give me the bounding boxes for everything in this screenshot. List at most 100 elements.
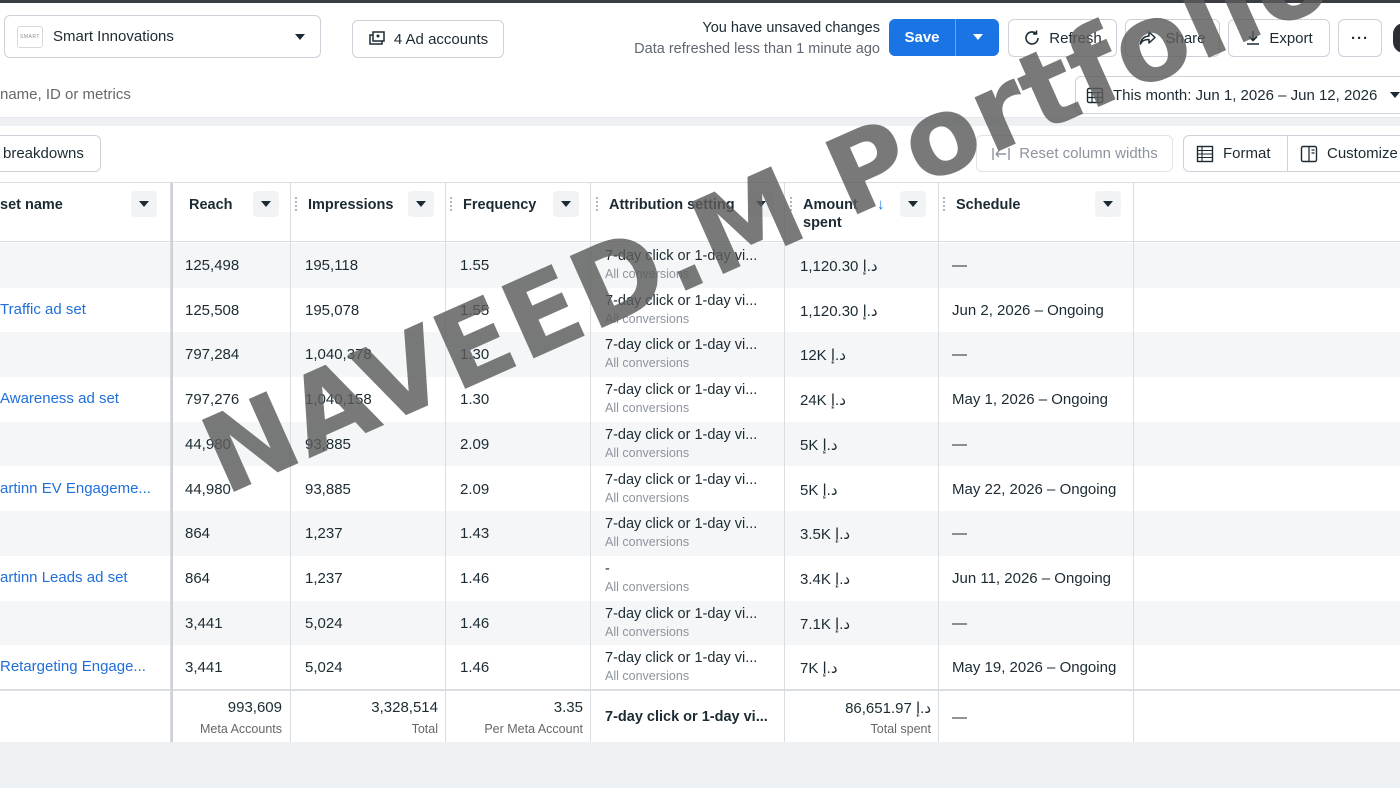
table-row[interactable]: Retargeting Engage... 3,441 5,024 1.46 7-day… [0,645,1400,690]
column-menu-button[interactable] [131,191,157,217]
export-button[interactable]: Export [1228,19,1330,57]
sort-descending-icon[interactable]: ↓ [877,196,885,213]
breakdowns-label: breakdowns [3,145,84,162]
chevron-down-icon [908,201,918,207]
share-button[interactable]: Share [1125,19,1220,57]
column-menu-button[interactable] [408,191,434,217]
ad-set-name-link[interactable]: Awareness ad set [0,390,119,407]
cell-schedule: — [952,435,967,453]
cell-impressions: 1,237 [305,525,343,543]
column-header-amount-spent[interactable]: Amount spent [803,196,858,232]
export-label: Export [1269,29,1313,47]
unsaved-status: You have unsaved changes Data refreshed … [634,18,880,60]
ad-accounts-button[interactable]: 4 Ad accounts [352,20,504,58]
total-frequency: 3.35 [553,699,583,716]
refresh-button[interactable]: Refresh [1008,19,1117,57]
table-row[interactable]: artinn EV Engageme... 44,980 93,885 2.09 7-d… [0,467,1400,512]
chevron-down-icon [561,201,571,207]
table-row[interactable]: 864 1,237 1.43 7-day click or 1-day vi... Al… [0,511,1400,556]
cell-schedule: — [952,346,967,364]
total-schedule: — [952,709,967,726]
table-row[interactable]: Traffic ad set 125,508 195,078 1.55 7-day cl… [0,288,1400,333]
format-button[interactable]: Format [1184,136,1288,171]
ad-set-name-link[interactable]: Retargeting Engage... [0,658,146,675]
ad-set-name-link[interactable]: Traffic ad set [0,301,86,318]
table-row[interactable]: 797,284 1,040,378 1.30 7-day click or 1-day… [0,332,1400,378]
table-row[interactable]: 125,498 195,118 1.55 7-day click or 1-day v… [0,243,1400,288]
cell-amount-spent: 3.5K د.إ [800,526,851,544]
date-range-label: This month: Jun 1, 2026 – Jun 12, 2026 [1113,86,1378,104]
search-input[interactable]: name, ID or metrics [0,86,131,103]
cell-schedule: May 22, 2026 – Ongoing [952,480,1117,498]
cell-impressions: 195,118 [305,257,359,274]
table-row[interactable]: Awareness ad set 797,276 1,040,158 1.30 7-da… [0,377,1400,422]
more-options-button[interactable]: ··· [1338,19,1382,57]
cell-reach: 797,284 [185,346,240,364]
refresh-label: Refresh [1049,29,1102,47]
reset-column-widths-button[interactable]: Reset column widths [976,135,1173,172]
column-header-frequency[interactable]: Frequency [463,196,536,214]
cell-reach: 864 [185,525,211,543]
cell-frequency: 1.55 [460,301,490,319]
column-header-reach[interactable]: Reach [189,196,233,214]
column-header-name[interactable]: set name [0,196,63,214]
table-row[interactable]: 3,441 5,024 1.46 7-day click or 1-day vi...… [0,600,1400,646]
column-menu-button[interactable] [553,191,579,217]
cell-schedule: — [952,525,967,543]
table-row[interactable]: 44,980 93,885 2.09 7-day click or 1-day vi.… [0,421,1400,467]
cell-reach: 3,441 [185,614,223,632]
cell-attribution-window: 7-day click or 1-day vi... [605,248,758,264]
breakdowns-button[interactable]: breakdowns [0,135,101,172]
save-button-group: Save [889,19,999,56]
column-menu-button[interactable] [253,191,279,217]
drag-handle-icon[interactable] [450,197,453,211]
column-divider [171,183,173,742]
column-menu-button[interactable] [900,191,926,217]
drag-handle-icon[interactable] [596,197,599,211]
share-label: Share [1165,29,1206,47]
date-range-picker[interactable]: This month: Jun 1, 2026 – Jun 12, 2026 [1075,76,1400,114]
cell-attribution-window: - [605,560,610,577]
table-format-icon [1196,145,1214,162]
ad-set-name-link[interactable]: artinn EV Engageme... [0,480,151,497]
save-options-button[interactable] [955,19,999,56]
total-impressions: 3,328,514 [371,699,438,716]
cell-attribution-window: 7-day click or 1-day vi... [605,382,758,399]
column-menu-button[interactable] [748,191,774,217]
cell-frequency: 2.09 [460,435,490,453]
column-menu-button[interactable] [1095,191,1121,217]
column-header-impressions[interactable]: Impressions [308,196,393,214]
total-reach: 993,609 [227,699,282,716]
cell-amount-spent: 5K د.إ [800,481,838,499]
cell-schedule: Jun 11, 2026 – Ongoing [952,569,1112,587]
cell-schedule: Jun 2, 2026 – Ongoing [952,301,1104,319]
amount-header-line2: spent [803,215,842,231]
save-button[interactable]: Save [889,19,955,56]
account-selector[interactable]: SMART Smart Innovations [4,15,321,58]
ad-set-name-link[interactable]: artinn Leads ad set [0,569,128,586]
drag-handle-icon[interactable] [295,197,298,211]
drag-handle-icon[interactable] [943,197,946,211]
cell-schedule: — [952,614,967,632]
totals-row: 993,609 Meta Accounts 3,328,514 Total 3.… [0,689,1400,742]
cell-frequency: 2.09 [460,480,490,498]
avatar[interactable] [1393,23,1400,53]
page-background [0,742,1400,788]
customize-button[interactable]: Customize [1288,136,1398,171]
cell-reach: 44,980 [185,435,231,453]
total-impressions-label: Total [411,722,438,736]
cell-reach: 797,276 [185,391,240,409]
drag-handle-icon[interactable] [790,197,793,211]
cell-reach: 125,498 [185,257,240,274]
cell-amount-spent: 3.4K د.إ [800,570,851,588]
cell-attribution-window: 7-day click or 1-day vi... [605,605,758,622]
chevron-down-icon [1390,92,1400,98]
cell-attribution-window: 7-day click or 1-day vi... [605,471,758,488]
cell-attribution-window: 7-day click or 1-day vi... [605,292,758,309]
table-row[interactable]: artinn Leads ad set 864 1,237 1.46 - All conv… [0,556,1400,601]
cell-amount-spent: 12K د.إ [800,347,846,365]
column-header-schedule[interactable]: Schedule [956,196,1020,214]
cell-amount-spent: 7.1K د.إ [800,615,851,633]
column-divider [290,183,291,742]
column-header-attribution[interactable]: Attribution setting [609,196,735,214]
